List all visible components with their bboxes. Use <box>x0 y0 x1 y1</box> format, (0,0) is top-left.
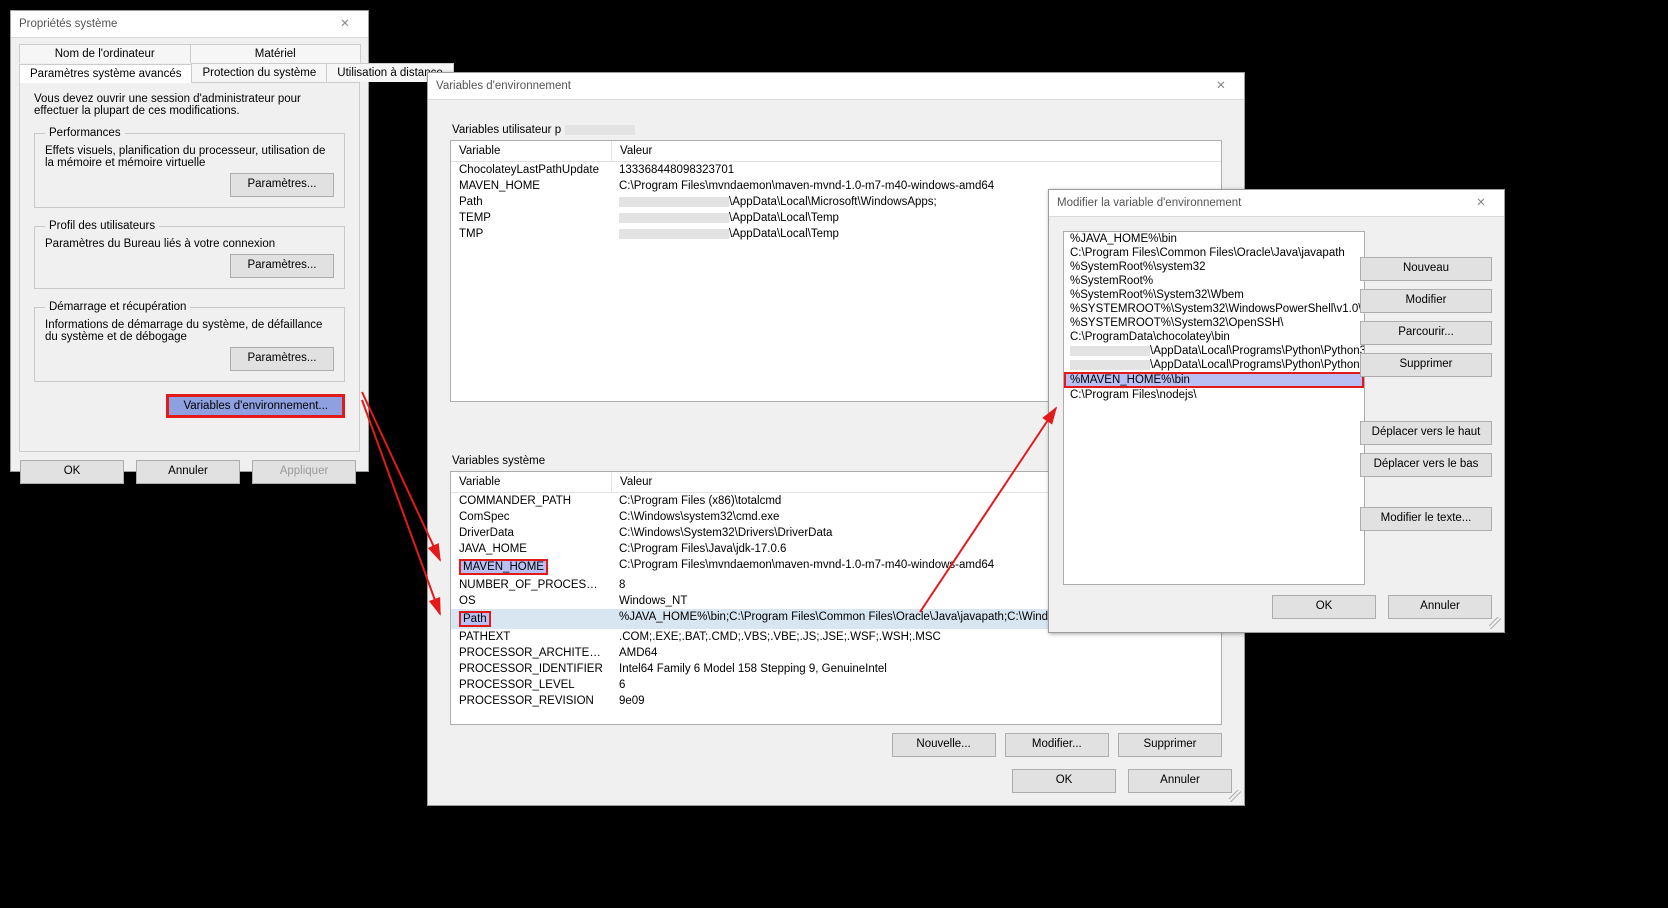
edit-variable-window: Modifier la variable d'environnement ✕ %… <box>1048 189 1505 633</box>
list-item[interactable]: %JAVA_HOME%\bin <box>1064 232 1364 246</box>
tab-advanced[interactable]: Paramètres système avancés <box>19 64 192 83</box>
tab-protection[interactable]: Protection du système <box>191 63 327 82</box>
table-row[interactable]: ChocolateyLastPathUpdate1333684480983237… <box>451 162 1221 178</box>
sys-new-button[interactable]: Nouvelle... <box>892 733 996 757</box>
admin-notice: Vous devez ouvrir une session d'administ… <box>34 93 345 117</box>
performance-settings-button[interactable]: Paramètres... <box>230 173 334 197</box>
move-up-button[interactable]: Déplacer vers le haut <box>1360 421 1492 445</box>
table-row[interactable]: PROCESSOR_REVISION9e09 <box>451 693 1221 709</box>
startup-desc: Informations de démarrage du système, de… <box>45 319 334 343</box>
tab-computer-name[interactable]: Nom de l'ordinateur <box>19 44 191 63</box>
ok-button[interactable]: OK <box>1272 595 1376 619</box>
environment-variables-button[interactable]: Variables d'environnement... <box>166 394 345 418</box>
performance-legend: Performances <box>45 127 125 139</box>
list-item[interactable]: C:\Program Files\nodejs\ <box>1064 388 1364 402</box>
profiles-desc: Paramètres du Bureau liés à votre connex… <box>45 238 334 250</box>
table-row[interactable]: PROCESSOR_ARCHITECTUREAMD64 <box>451 645 1221 661</box>
window-title: Propriétés système <box>19 11 117 37</box>
tab-hardware[interactable]: Matériel <box>190 44 362 63</box>
performance-group: Performances Effets visuels, planificati… <box>34 127 345 208</box>
resize-grip-icon[interactable] <box>1489 617 1501 629</box>
cancel-button[interactable]: Annuler <box>136 460 240 484</box>
browse-button[interactable]: Parcourir... <box>1360 321 1492 345</box>
col-variable[interactable]: Variable <box>451 141 612 161</box>
delete-button[interactable]: Supprimer <box>1360 353 1492 377</box>
startup-settings-button[interactable]: Paramètres... <box>230 347 334 371</box>
resize-grip-icon[interactable] <box>1229 790 1241 802</box>
profiles-legend: Profil des utilisateurs <box>45 220 159 232</box>
col-value[interactable]: Valeur <box>612 141 1221 161</box>
performance-desc: Effets visuels, planification du process… <box>45 145 334 169</box>
edit-text-button[interactable]: Modifier le texte... <box>1360 507 1492 531</box>
close-icon[interactable]: ✕ <box>330 11 360 37</box>
startup-legend: Démarrage et récupération <box>45 301 190 313</box>
window-title: Variables d'environnement <box>436 73 571 99</box>
cancel-button[interactable]: Annuler <box>1388 595 1492 619</box>
titlebar: Modifier la variable d'environnement ✕ <box>1049 190 1504 217</box>
list-item[interactable]: C:\ProgramData\chocolatey\bin <box>1064 330 1364 344</box>
sys-delete-button[interactable]: Supprimer <box>1118 733 1222 757</box>
ok-button[interactable]: OK <box>1012 769 1116 793</box>
system-properties-window: Propriétés système ✕ Nom de l'ordinateur… <box>10 10 369 472</box>
close-icon[interactable]: ✕ <box>1466 190 1496 216</box>
profiles-group: Profil des utilisateurs Paramètres du Bu… <box>34 220 345 289</box>
startup-group: Démarrage et récupération Informations d… <box>34 301 345 382</box>
list-item[interactable]: %SYSTEMROOT%\System32\OpenSSH\ <box>1064 316 1364 330</box>
list-item[interactable]: %MAVEN_HOME%\bin <box>1064 372 1364 388</box>
move-down-button[interactable]: Déplacer vers le bas <box>1360 453 1492 477</box>
cancel-button[interactable]: Annuler <box>1128 769 1232 793</box>
close-icon[interactable]: ✕ <box>1206 73 1236 99</box>
ok-button[interactable]: OK <box>20 460 124 484</box>
profiles-settings-button[interactable]: Paramètres... <box>230 254 334 278</box>
col-variable[interactable]: Variable <box>451 472 612 492</box>
list-item[interactable]: %SystemRoot%\system32 <box>1064 260 1364 274</box>
user-vars-label: Variables utilisateur p <box>452 124 1224 136</box>
table-row[interactable]: PROCESSOR_IDENTIFIERIntel64 Family 6 Mod… <box>451 661 1221 677</box>
titlebar: Propriétés système ✕ <box>11 11 368 38</box>
modify-button[interactable]: Modifier <box>1360 289 1492 313</box>
list-item[interactable]: \AppData\Local\Programs\Python\Python311… <box>1064 344 1364 358</box>
titlebar: Variables d'environnement ✕ <box>428 73 1244 100</box>
sys-modify-button[interactable]: Modifier... <box>1005 733 1109 757</box>
list-item[interactable]: %SYSTEMROOT%\System32\WindowsPowerShell\… <box>1064 302 1364 316</box>
list-item[interactable]: %SystemRoot%\System32\Wbem <box>1064 288 1364 302</box>
path-entries-list[interactable]: %JAVA_HOME%\binC:\Program Files\Common F… <box>1063 231 1365 585</box>
new-button[interactable]: Nouveau <box>1360 257 1492 281</box>
window-title: Modifier la variable d'environnement <box>1057 190 1241 216</box>
apply-button[interactable]: Appliquer <box>252 460 356 484</box>
table-row[interactable]: PROCESSOR_LEVEL6 <box>451 677 1221 693</box>
list-item[interactable]: %SystemRoot% <box>1064 274 1364 288</box>
list-item[interactable]: \AppData\Local\Programs\Python\Python311… <box>1064 358 1364 372</box>
list-item[interactable]: C:\Program Files\Common Files\Oracle\Jav… <box>1064 246 1364 260</box>
